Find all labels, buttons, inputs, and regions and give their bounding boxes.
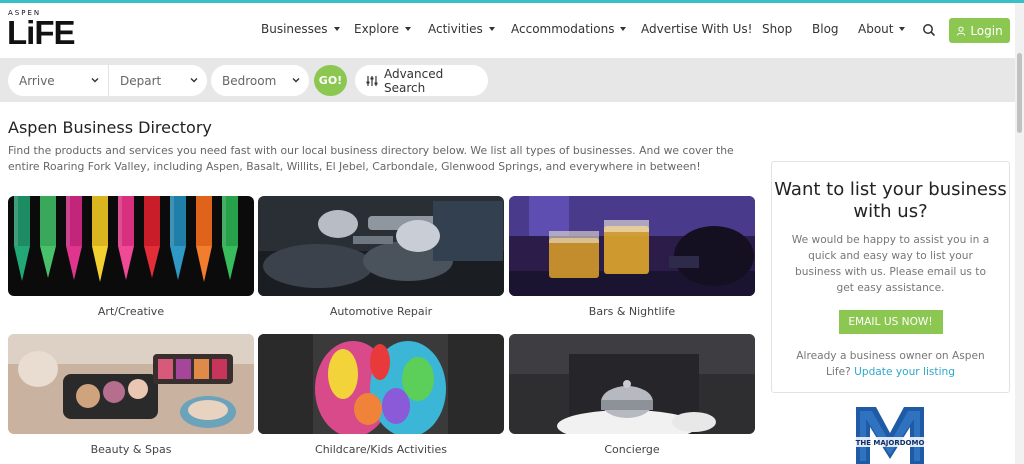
logo-big-text: LiFE (7, 14, 76, 51)
nav-label: About (858, 22, 894, 36)
booking-search-bar: Arrive Depart Bedroom GO! Advanced Searc… (0, 58, 1015, 102)
depart-date-field[interactable]: Depart (108, 65, 207, 96)
aspen-life-logo[interactable]: ASPEN LiFE (7, 9, 76, 55)
widget-heading: Want to list your business with us? (774, 179, 1007, 222)
go-button[interactable]: GO! (314, 65, 347, 96)
chevron-down-icon (292, 78, 300, 83)
arrive-placeholder: Arrive (19, 73, 55, 88)
category-label[interactable]: Automotive Repair (258, 305, 504, 318)
bars-nightlife-image[interactable] (509, 196, 755, 296)
category-label[interactable]: Concierge (509, 443, 755, 456)
nav-about[interactable]: About (858, 3, 906, 55)
category-card-concierge[interactable]: Concierge (509, 334, 755, 456)
bedroom-placeholder: Bedroom (222, 73, 277, 88)
login-label: Login (970, 23, 1003, 38)
page-scrollbar[interactable] (1015, 3, 1024, 464)
category-card-art-creative[interactable]: Art/Creative (8, 196, 254, 318)
category-label[interactable]: Childcare/Kids Activities (258, 443, 504, 456)
category-label[interactable]: Art/Creative (8, 305, 254, 318)
widget-body: We would be happy to assist you in a qui… (791, 234, 990, 294)
art-creative-image[interactable] (8, 196, 254, 296)
category-card-beauty-spas[interactable]: Beauty & Spas (8, 334, 254, 456)
page-title: Aspen Business Directory (8, 118, 212, 137)
chevron-down-icon (190, 78, 198, 83)
automotive-repair-image[interactable] (258, 196, 504, 296)
caret-down-icon (899, 27, 906, 31)
user-icon (957, 26, 966, 36)
caret-down-icon (333, 27, 340, 31)
nav-businesses[interactable]: Businesses (261, 3, 340, 55)
site-header: ASPEN LiFE Businesses Explore Activities… (0, 3, 1024, 58)
login-button[interactable]: Login (949, 18, 1010, 43)
nav-label: Explore (354, 22, 400, 36)
update-listing-link[interactable]: Update your listing (854, 366, 955, 378)
category-label[interactable]: Beauty & Spas (8, 443, 254, 456)
depart-placeholder: Depart (120, 73, 162, 88)
nav-accommodations[interactable]: Accommodations (511, 3, 627, 55)
list-business-widget: Want to list your business with us? We w… (771, 161, 1010, 393)
nav-label: Blog (812, 22, 839, 36)
nav-label: Shop (762, 22, 793, 36)
owner-text-block: Already a business owner on Aspen Life? … (772, 348, 1009, 380)
email-us-button[interactable]: EMAIL US NOW! (838, 310, 943, 334)
nav-label: Advertise With Us! (641, 22, 753, 36)
category-card-automotive-repair[interactable]: Automotive Repair (258, 196, 504, 318)
beauty-spas-image[interactable] (8, 334, 254, 434)
chevron-down-icon (91, 78, 99, 83)
advanced-search-label: Advanced Search (383, 66, 444, 95)
nav-label: Businesses (261, 22, 328, 36)
category-card-childcare-kids[interactable]: Childcare/Kids Activities (258, 334, 504, 456)
nav-advertise[interactable]: Advertise With Us! (641, 3, 752, 55)
nav-label: Activities (428, 22, 483, 36)
search-icon[interactable] (921, 22, 937, 38)
badge-text: THE MAJORDOMO (856, 439, 925, 447)
nav-label: Accommodations (511, 22, 615, 36)
caret-down-icon (405, 27, 412, 31)
caret-down-icon (488, 27, 495, 31)
category-card-bars-nightlife[interactable]: Bars & Nightlife (509, 196, 755, 318)
childcare-kids-image[interactable] (258, 334, 504, 434)
arrive-date-field[interactable]: Arrive (8, 65, 108, 96)
intro-text: Find the products and services you need … (8, 144, 734, 173)
concierge-image[interactable] (509, 334, 755, 434)
bedroom-select[interactable]: Bedroom (211, 65, 309, 96)
nav-shop[interactable]: Shop (762, 3, 792, 55)
advanced-search-button[interactable]: Advanced Search (355, 65, 488, 96)
caret-down-icon (620, 27, 627, 31)
category-label[interactable]: Bars & Nightlife (509, 305, 755, 318)
scroll-thumb[interactable] (1017, 53, 1022, 133)
nav-explore[interactable]: Explore (354, 3, 412, 55)
sliders-icon (366, 75, 378, 86)
majordomo-badge[interactable]: THE MAJORDOMO (848, 403, 932, 464)
nav-activities[interactable]: Activities (428, 3, 495, 55)
nav-blog[interactable]: Blog (812, 3, 839, 55)
